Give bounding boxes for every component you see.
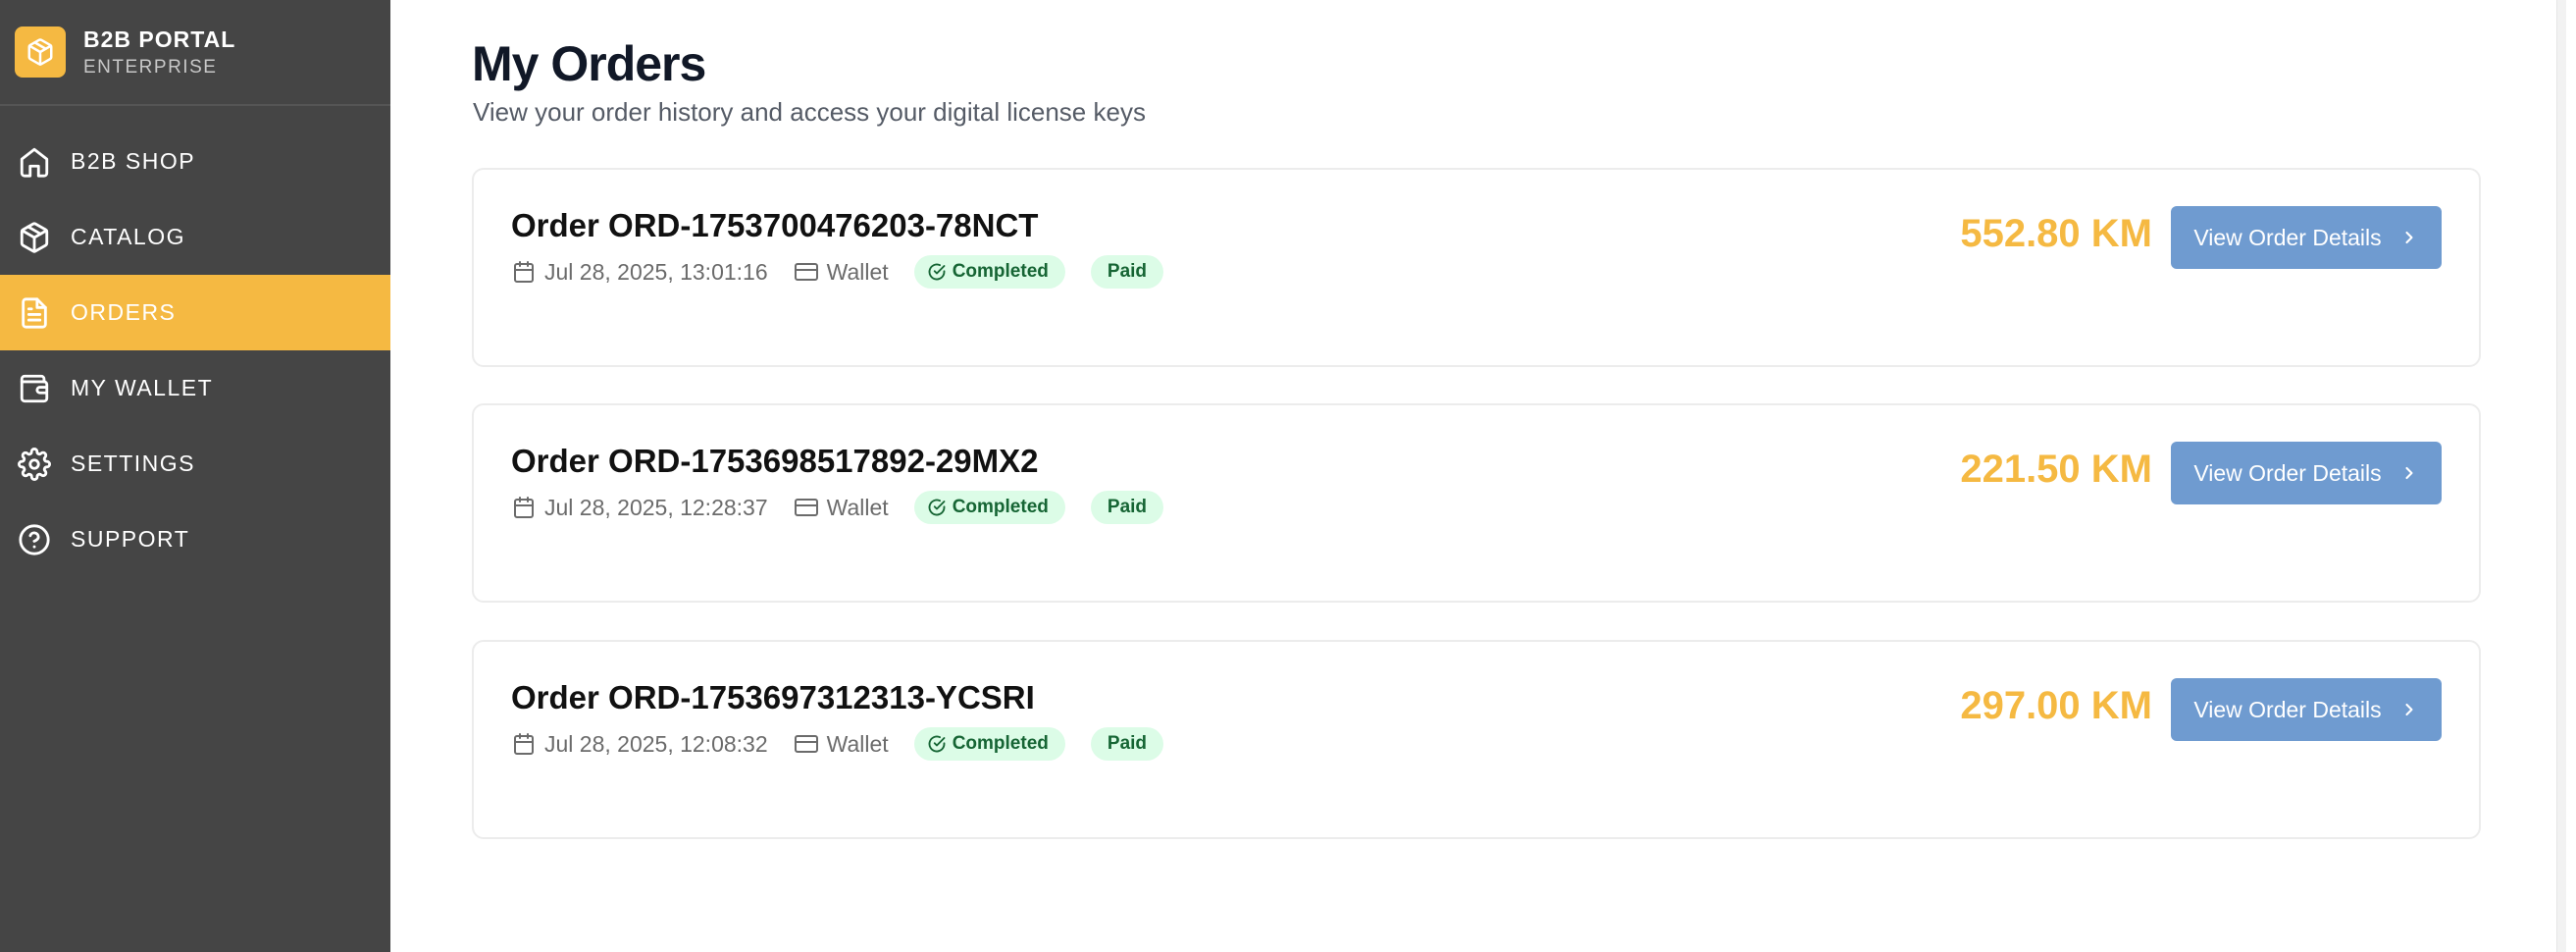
status-badge: Completed — [913, 727, 1065, 761]
sidebar-item-label: SETTINGS — [71, 450, 196, 476]
check-circle-icon — [928, 263, 946, 281]
package-icon — [27, 38, 53, 66]
home-icon — [16, 143, 53, 181]
order-title: Order ORD-1753700476203-78NCT — [511, 207, 1039, 243]
sidebar-item-label: ORDERS — [71, 299, 177, 325]
sidebar-nav: B2B SHOP CATALOG ORDERS MY WALLET SETTIN… — [0, 124, 390, 577]
order-meta: Jul 28, 2025, 12:08:32 Wallet Completed … — [511, 727, 1164, 761]
calendar-icon — [511, 731, 537, 757]
brand-title: B2B PORTAL — [83, 26, 236, 52]
package-icon — [16, 219, 53, 256]
button-label: View Order Details — [2193, 696, 2382, 722]
order-title: Order ORD-1753698517892-29MX2 — [511, 443, 1039, 479]
chevron-right-icon — [2399, 228, 2419, 247]
sidebar-item-orders[interactable]: ORDERS — [0, 275, 390, 350]
button-label: View Order Details — [2193, 459, 2382, 486]
main-content: My Orders View your order history and ac… — [390, 0, 2566, 952]
view-order-details-button[interactable]: View Order Details — [2171, 678, 2442, 741]
status-badge: Completed — [913, 255, 1065, 289]
status-label: Completed — [952, 497, 1049, 517]
order-amount: 297.00 KM — [1960, 684, 2152, 727]
order-meta: Jul 28, 2025, 12:28:37 Wallet Completed … — [511, 491, 1164, 524]
brand-subtitle: ENTERPRISE — [83, 56, 218, 78]
order-amount: 221.50 KM — [1960, 448, 2152, 491]
calendar-icon — [511, 259, 537, 285]
order-card: Order ORD-1753697312313-YCSRI Jul 28, 20… — [472, 640, 2481, 839]
order-date: Jul 28, 2025, 13:01:16 — [544, 258, 768, 285]
credit-card-icon — [794, 259, 819, 285]
payment-method: Wallet — [826, 494, 889, 520]
scrollbar-track[interactable] — [2556, 0, 2566, 952]
brand-logo — [15, 26, 66, 78]
brand-text: B2B PORTAL ENTERPRISE — [83, 26, 235, 79]
payment-method: Wallet — [826, 258, 889, 285]
button-label: View Order Details — [2193, 224, 2382, 250]
order-meta: Jul 28, 2025, 13:01:16 Wallet Completed … — [511, 255, 1164, 289]
order-title: Order ORD-1753697312313-YCSRI — [511, 679, 1035, 715]
sidebar-item-b2b-shop[interactable]: B2B SHOP — [0, 124, 390, 199]
payment-status-badge: Paid — [1090, 491, 1164, 524]
page-title: My Orders — [472, 36, 706, 91]
order-card: Order ORD-1753700476203-78NCT Jul 28, 20… — [472, 168, 2481, 367]
sidebar-item-catalog[interactable]: CATALOG — [0, 199, 390, 275]
view-order-details-button[interactable]: View Order Details — [2171, 206, 2442, 269]
view-order-details-button[interactable]: View Order Details — [2171, 442, 2442, 504]
status-label: Completed — [952, 733, 1049, 754]
calendar-icon — [511, 495, 537, 520]
brand-header[interactable]: B2B PORTAL ENTERPRISE — [0, 0, 390, 106]
payment-status-badge: Paid — [1090, 255, 1164, 289]
chevron-right-icon — [2399, 700, 2419, 719]
check-circle-icon — [928, 499, 946, 516]
sidebar-item-support[interactable]: SUPPORT — [0, 502, 390, 577]
credit-card-icon — [794, 731, 819, 757]
wallet-icon — [16, 370, 53, 407]
order-card: Order ORD-1753698517892-29MX2 Jul 28, 20… — [472, 403, 2481, 603]
payment-method: Wallet — [826, 730, 889, 757]
credit-card-icon — [794, 495, 819, 520]
sidebar-item-settings[interactable]: SETTINGS — [0, 426, 390, 502]
status-badge: Completed — [913, 491, 1065, 524]
page-subtitle: View your order history and access your … — [473, 97, 1146, 127]
sidebar-item-label: SUPPORT — [71, 526, 190, 552]
status-label: Completed — [952, 261, 1049, 282]
help-circle-icon — [16, 521, 53, 558]
document-icon — [16, 294, 53, 332]
chevron-right-icon — [2399, 463, 2419, 483]
order-amount: 552.80 KM — [1960, 212, 2152, 255]
payment-status-badge: Paid — [1090, 727, 1164, 761]
sidebar-item-label: MY WALLET — [71, 375, 214, 400]
sidebar: B2B PORTAL ENTERPRISE B2B SHOP CATALOG O… — [0, 0, 390, 952]
order-date: Jul 28, 2025, 12:08:32 — [544, 730, 768, 757]
check-circle-icon — [928, 735, 946, 753]
gear-icon — [16, 446, 53, 483]
sidebar-item-label: B2B SHOP — [71, 148, 196, 174]
sidebar-item-label: CATALOG — [71, 224, 185, 249]
order-date: Jul 28, 2025, 12:28:37 — [544, 494, 768, 520]
sidebar-item-my-wallet[interactable]: MY WALLET — [0, 350, 390, 426]
